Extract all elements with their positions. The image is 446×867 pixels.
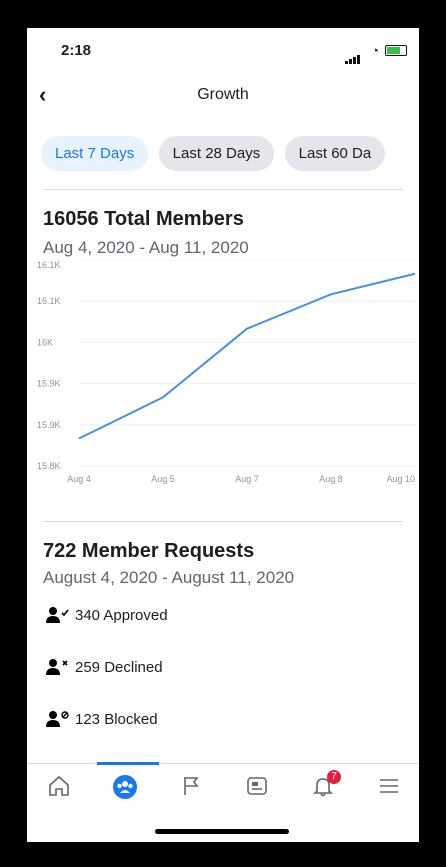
- y-tick-label: 15.9K: [37, 379, 61, 389]
- battery-icon: [385, 45, 407, 56]
- y-tick-label: 15.8K: [37, 461, 61, 471]
- member-requests-heading: 722 Member Requests: [43, 540, 255, 562]
- status-time: 2:18: [61, 42, 92, 59]
- phone-screen: 2:18 ◔ ‹ Growth Last 7 Days Last 28 Days…: [27, 28, 419, 842]
- signal-icon: [345, 46, 361, 64]
- total-members-heading: 16056 Total Members: [43, 208, 244, 230]
- x-tick-label: Aug 7: [235, 474, 259, 484]
- growth-line-chart: 16.1K 16.1K 16K 15.9K 15.9K 15.8K Aug 4 Aug 5 A…: [37, 260, 416, 484]
- home-icon[interactable]: [39, 774, 79, 804]
- date-filter-chips: Last 7 Days Last 28 Days Last 60 Da: [41, 136, 391, 171]
- declined-count: 259 Declined: [75, 658, 163, 676]
- total-members-date-range: Aug 4, 2020 - Aug 11, 2020: [43, 238, 249, 257]
- wifi-icon: ◔: [371, 43, 379, 58]
- filter-last-7-days[interactable]: Last 7 Days: [41, 136, 149, 171]
- member-requests-date-range: August 4, 2020 - August 11, 2020: [43, 568, 295, 587]
- y-tick-label: 15.9K: [37, 420, 61, 430]
- home-indicator: [155, 829, 289, 834]
- x-tick-label: Aug 10: [386, 474, 415, 484]
- list-item-approved: 340 Approved: [43, 603, 168, 627]
- person-check-icon: [43, 604, 75, 626]
- divider: [43, 189, 403, 190]
- bottom-tab-bar: 7: [27, 762, 419, 842]
- active-tab-indicator: [97, 762, 159, 765]
- list-item-blocked: 123 Blocked: [43, 707, 158, 731]
- filter-last-28-days[interactable]: Last 28 Days: [158, 136, 275, 171]
- nav-header: ‹ Growth: [27, 72, 419, 120]
- page-title: Growth: [197, 86, 249, 103]
- feed-icon[interactable]: [237, 774, 277, 804]
- x-tick-label: Aug 4: [67, 474, 91, 484]
- chart-series-line: [78, 272, 416, 440]
- notifications-badge: 7: [327, 770, 341, 784]
- filter-last-60-days[interactable]: Last 60 Da: [284, 136, 386, 171]
- y-tick-label: 16.1K: [37, 260, 61, 270]
- menu-icon[interactable]: [369, 774, 409, 804]
- x-tick-label: Aug 8: [319, 474, 343, 484]
- approved-count: 340 Approved: [75, 606, 168, 624]
- status-bar: 2:18 ◔: [27, 28, 419, 72]
- y-tick-label: 16K: [37, 337, 53, 347]
- blocked-count: 123 Blocked: [75, 710, 158, 728]
- x-tick-label: Aug 5: [151, 474, 175, 484]
- list-item-declined: 259 Declined: [43, 655, 163, 679]
- flag-icon[interactable]: [171, 774, 211, 804]
- person-blocked-icon: [43, 708, 75, 730]
- bell-icon[interactable]: 7: [303, 770, 343, 804]
- y-tick-label: 16.1K: [37, 296, 61, 306]
- groups-icon[interactable]: [105, 774, 145, 804]
- person-x-icon: [43, 656, 75, 678]
- divider: [43, 521, 403, 522]
